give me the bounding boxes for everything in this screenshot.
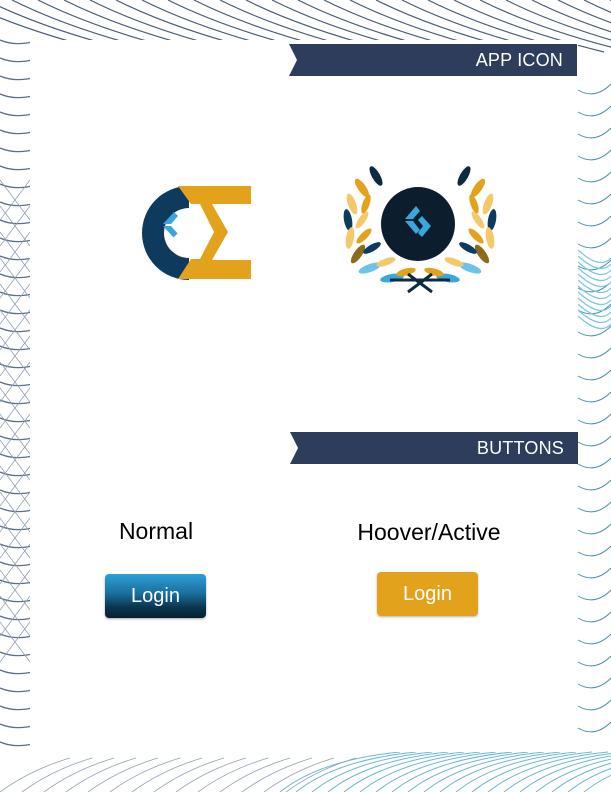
hover-state-label: Hoover/Active: [357, 519, 501, 545]
app-icon-banner: APP ICON: [289, 44, 577, 76]
login-button-normal[interactable]: Login: [105, 574, 206, 618]
normal-state-label: Normal: [118, 518, 194, 544]
app-icon-title: APP ICON: [475, 49, 563, 70]
buttons-banner: BUTTONS: [290, 432, 578, 464]
laurel-wreath-icon: [343, 164, 498, 294]
content-sheet: [30, 40, 578, 752]
login-button-hover[interactable]: Login: [377, 572, 478, 616]
buttons-title: BUTTONS: [476, 437, 564, 458]
ce-logo-icon: [142, 186, 251, 280]
